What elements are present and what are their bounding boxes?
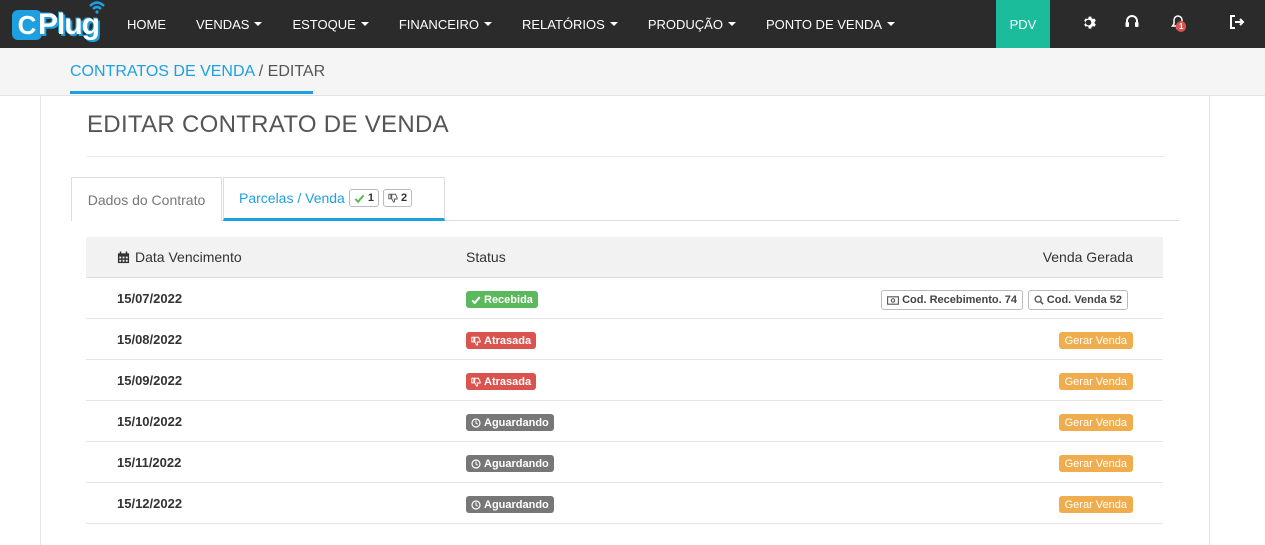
bell-icon[interactable]: 1 — [1168, 12, 1188, 32]
menu-financeiro[interactable]: FINANCEIRO — [384, 0, 507, 48]
menu-label: ESTOQUE — [292, 16, 356, 32]
caret-down-icon — [360, 22, 369, 26]
menu-vendas[interactable]: VENDAS — [181, 0, 277, 48]
status-label: Aguardando — [484, 498, 549, 511]
notification-count-badge: 1 — [1176, 21, 1187, 32]
generate-sale-button[interactable]: Gerar Venda — [1058, 414, 1133, 431]
thumbs-down-icon — [471, 377, 481, 387]
breadcrumb-current: EDITAR — [267, 63, 326, 80]
menu-home[interactable]: HOME — [112, 0, 181, 48]
generate-sale-button[interactable]: Gerar Venda — [1058, 373, 1133, 390]
tab-label: Parcelas / Venda — [239, 190, 345, 206]
headset-icon[interactable] — [1122, 12, 1142, 32]
tab-label: Dados do Contrato — [87, 191, 206, 208]
breadcrumb-bar: CONTRATOS DE VENDA / EDITAR — [0, 48, 1265, 96]
menu-ponto-de-venda[interactable]: PONTO DE VENDA — [751, 0, 910, 48]
status-label: Aguardando — [484, 457, 549, 470]
thumbs-down-icon — [471, 336, 481, 346]
received-count-badge: 1 — [348, 189, 379, 207]
receipt-code-button[interactable]: Cod. Recebimento. 74 — [881, 290, 1023, 310]
tab-dados-do-contrato[interactable]: Dados do Contrato — [71, 177, 222, 221]
cplug-logo[interactable]: C Plug — [12, 1, 105, 44]
receipt-code-label: Cod. Recebimento. 74 — [902, 294, 1017, 306]
table-row: 15/09/2022 Atrasada Gerar Venda — [86, 360, 1163, 401]
table-row: 15/11/2022 Aguardando Gerar Venda — [86, 442, 1163, 483]
header-date: Data Vencimento — [117, 249, 242, 265]
due-date: 15/11/2022 — [117, 455, 182, 470]
breadcrumb: CONTRATOS DE VENDA / EDITAR — [70, 63, 325, 81]
menu-relatorios[interactable]: RELATÓRIOS — [507, 0, 633, 48]
check-icon — [471, 295, 481, 304]
status-badge-waiting: Aguardando — [466, 455, 554, 472]
status-label: Atrasada — [484, 375, 532, 388]
thumbs-down-icon — [388, 193, 398, 203]
menu-producao[interactable]: PRODUÇÃO — [633, 0, 751, 48]
money-icon — [887, 295, 900, 305]
caret-down-icon — [609, 22, 618, 26]
status-label: Aguardando — [484, 416, 549, 429]
title-divider — [87, 156, 1164, 157]
status-label: Recebida — [484, 293, 533, 306]
clock-icon — [471, 499, 481, 510]
due-date: 15/07/2022 — [117, 291, 183, 306]
calendar-icon — [117, 250, 130, 263]
clock-icon — [471, 458, 481, 469]
table-row: 15/07/2022 Recebida Cod. Recebimento. 74… — [86, 278, 1163, 319]
status-badge-overdue: Atrasada — [466, 332, 537, 349]
menu-label: HOME — [127, 16, 166, 32]
caret-down-icon — [727, 22, 736, 26]
table-row: 15/10/2022 Aguardando Gerar Venda — [86, 401, 1163, 442]
wifi-icon — [89, 1, 105, 14]
menu-label: PONTO DE VENDA — [765, 16, 883, 32]
menu-label: VENDAS — [196, 16, 250, 32]
status-badge-overdue: Atrasada — [466, 373, 537, 390]
overdue-count-badge: 2 — [382, 189, 413, 207]
generate-sale-button[interactable]: Gerar Venda — [1058, 332, 1133, 349]
table-row: 15/12/2022 Aguardando Gerar Venda — [86, 483, 1163, 524]
menu-label: FINANCEIRO — [398, 16, 479, 32]
installments-table-header: Data Vencimento Status Venda Gerada — [86, 237, 1163, 278]
check-icon — [354, 194, 365, 203]
due-date: 15/10/2022 — [117, 414, 183, 429]
header-status: Status — [466, 249, 506, 265]
tab-parcelas-venda[interactable]: Parcelas / Venda 1 2 — [223, 177, 445, 221]
status-badge-waiting: Aguardando — [466, 414, 554, 431]
breadcrumb-underline — [70, 91, 313, 94]
sale-code-button[interactable]: Cod. Venda 52 — [1027, 290, 1128, 310]
due-date: 15/08/2022 — [117, 332, 183, 347]
due-date: 15/12/2022 — [117, 496, 183, 511]
menu-label: RELATÓRIOS — [521, 16, 605, 32]
caret-down-icon — [887, 22, 896, 26]
page-title: EDITAR CONTRATO DE VENDA — [87, 111, 449, 138]
received-count: 1 — [367, 192, 374, 204]
table-row: 15/08/2022 Atrasada Gerar Venda — [86, 319, 1163, 360]
pdv-button[interactable]: PDV — [996, 0, 1050, 48]
overdue-count: 2 — [400, 192, 408, 204]
menu-label: PRODUÇÃO — [647, 16, 723, 32]
main-menu: HOME VENDAS ESTOQUE FINANCEIRO RELATÓRIO… — [112, 0, 910, 48]
caret-down-icon — [254, 22, 263, 26]
status-badge-received: Recebida — [466, 291, 538, 308]
top-navbar: C Plug HOME VENDAS ESTOQUE FINANCEIRO RE… — [0, 0, 1265, 48]
header-venda-gerada: Venda Gerada — [1042, 249, 1133, 265]
due-date: 15/09/2022 — [117, 373, 183, 388]
caret-down-icon — [483, 22, 492, 26]
clock-icon — [471, 417, 481, 428]
header-date-label: Data Vencimento — [135, 249, 242, 265]
generate-sale-button[interactable]: Gerar Venda — [1058, 455, 1133, 472]
menu-estoque[interactable]: ESTOQUE — [277, 0, 383, 48]
gear-icon[interactable] — [1078, 12, 1098, 32]
search-icon — [1034, 295, 1044, 305]
status-label: Atrasada — [484, 334, 532, 347]
generate-sale-button[interactable]: Gerar Venda — [1058, 496, 1133, 513]
breadcrumb-separator: / — [254, 63, 268, 80]
sale-code-label: Cod. Venda 52 — [1046, 294, 1122, 306]
logout-icon[interactable] — [1227, 12, 1247, 32]
breadcrumb-parent-link[interactable]: CONTRATOS DE VENDA — [70, 63, 254, 80]
status-badge-waiting: Aguardando — [466, 496, 554, 513]
